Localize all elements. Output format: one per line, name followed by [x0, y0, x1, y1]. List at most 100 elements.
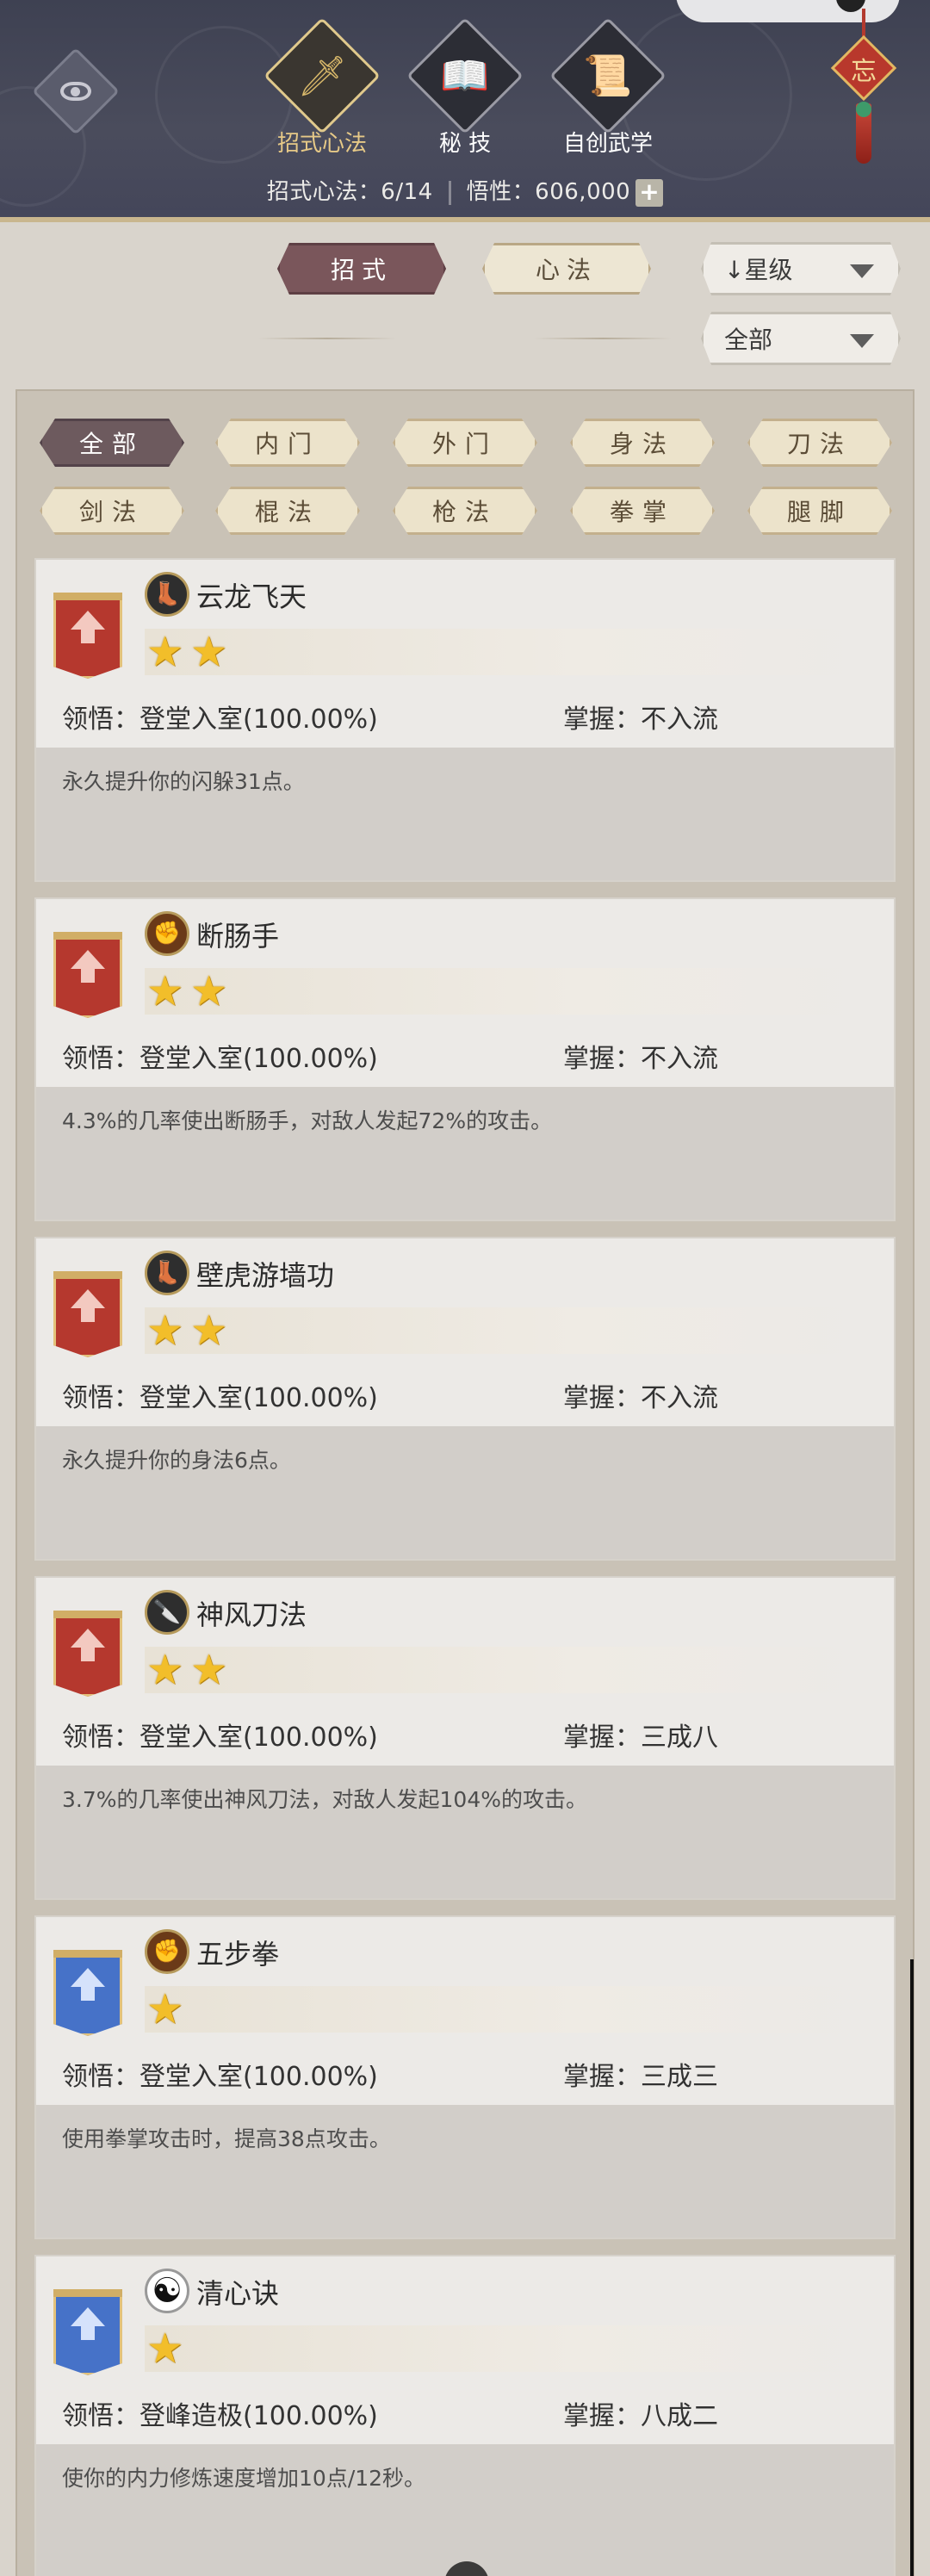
upgrade-banner-icon[interactable] [53, 932, 122, 1018]
scrollbar[interactable] [910, 1959, 914, 2576]
skill-description: 3.7%的几率使出神风刀法，对敌人发起104%的攻击。 [62, 1787, 587, 1812]
filter-label: 剑法 [78, 498, 145, 526]
book-icon: 📖 [440, 53, 490, 99]
sword-icon: 🗡 [296, 53, 348, 99]
mastery-text: 掌握：不入流 [563, 705, 718, 735]
tab-xinfa[interactable]: 心法 [482, 243, 651, 295]
star-rating-bar [145, 1647, 868, 1693]
chevron-down-icon [850, 264, 874, 278]
star-icon: ★ [190, 967, 228, 1015]
filter-quanzhang[interactable]: 拳掌 [570, 487, 715, 535]
filter-jianfa[interactable]: 剑法 [40, 487, 184, 535]
star-rating: ★ ★ [146, 1648, 227, 1691]
filter-daofa[interactable]: 刀法 [747, 419, 892, 467]
charm-pendant-icon[interactable]: 忘 [825, 9, 902, 164]
eye-icon [60, 82, 91, 101]
comprehension-text: 领悟：登堂入室(100.00%) [62, 705, 378, 735]
skill-card[interactable]: ☯ 清心诀 ★ 领悟：登峰造极(100.00%) 掌握：八成二 使你的内力修炼速… [34, 2255, 896, 2576]
skill-card[interactable]: 👢 壁虎游墙功 ★ ★ 领悟：登堂入室(100.00%) 掌握：不入流 永久提升你… [34, 1237, 896, 1561]
category-dropdown[interactable]: 全部 [701, 312, 901, 365]
boot-icon: 👢 [145, 1251, 189, 1295]
mastery-text: 掌握：八成二 [563, 2401, 718, 2431]
filter-shenfa[interactable]: 身法 [570, 419, 715, 467]
filter-waimen[interactable]: 外门 [393, 419, 537, 467]
filter-all[interactable]: 全部 [40, 419, 184, 467]
star-rating: ★ [146, 2327, 183, 2370]
skill-description: 永久提升你的身法6点。 [62, 1448, 291, 1473]
top-header: 🗡 招式心法 📖 秘 技 📜 自创武学 招式心法：6/14 悟性：606,000 +… [0, 0, 930, 222]
divider [448, 180, 451, 205]
star-icon: ★ [146, 1646, 184, 1694]
scroll-brush-icon: 📜 [583, 53, 633, 99]
upgrade-banner-icon[interactable] [53, 1611, 122, 1697]
filter-label: 棍法 [254, 498, 320, 526]
boot-icon: 👢 [145, 572, 189, 617]
filter-label: 枪法 [431, 498, 498, 526]
filter-label: 全部 [78, 430, 145, 458]
wuxing-text: 悟性：606,000 [466, 179, 631, 205]
filter-label: 身法 [609, 430, 675, 458]
filter-label: 拳掌 [609, 498, 675, 526]
star-rating-bar [145, 968, 868, 1015]
tab-zhaoshi-label: 招式 [330, 256, 393, 284]
chevron-down-icon [850, 334, 874, 348]
tab-zichuang-wuxue[interactable]: 📜 自创武学 [539, 17, 677, 158]
comprehension-text: 领悟：登峰造极(100.00%) [62, 2401, 378, 2431]
star-icon: ★ [146, 967, 184, 1015]
filter-label: 外门 [431, 430, 498, 458]
tab-zhaoshi[interactable]: 招式 [277, 243, 446, 295]
star-rating: ★ ★ [146, 630, 227, 673]
tab-xinfa-label: 心法 [535, 256, 598, 284]
skill-name: 断肠手 [196, 920, 280, 953]
skill-card[interactable]: 👢 云龙飞天 ★ ★ 领悟：登堂入室(100.00%) 掌握：不入流 永久提升你的… [34, 558, 896, 882]
header-stats: 招式心法：6/14 悟性：606,000 + [0, 174, 930, 207]
skill-name: 壁虎游墙功 [196, 1259, 335, 1292]
star-rating-bar [145, 1986, 868, 2033]
skill-description: 永久提升你的闪躲31点。 [62, 769, 305, 794]
sort-dropdown[interactable]: ↓星级 [701, 242, 901, 295]
skill-name: 清心诀 [196, 2277, 280, 2310]
skill-card[interactable]: ✊ 五步拳 ★ 领悟：登堂入室(100.00%) 掌握：三成三 使用拳掌攻击时，… [34, 1915, 896, 2239]
filter-gunfa[interactable]: 棍法 [215, 487, 360, 535]
filter-label: 腿脚 [786, 498, 852, 526]
comprehension-text: 领悟：登堂入室(100.00%) [62, 1723, 378, 1753]
divider-ornament [534, 338, 672, 339]
star-icon: ★ [190, 1646, 228, 1694]
tab-zhaoshi-xinfa[interactable]: 🗡 招式心法 [253, 17, 391, 158]
star-icon: ★ [146, 1307, 184, 1355]
mastery-text: 掌握：不入流 [563, 1383, 718, 1413]
skill-card[interactable]: 🔪 神风刀法 ★ ★ 领悟：登堂入室(100.00%) 掌握：三成八 3.7%的几… [34, 1576, 896, 1900]
star-rating-bar [145, 629, 868, 675]
skill-progress-text: 招式心法：6/14 [266, 179, 433, 205]
sort-dropdown-label: ↓星级 [724, 256, 793, 284]
upgrade-banner-icon[interactable] [53, 1950, 122, 2036]
add-wuxing-button[interactable]: + [636, 178, 664, 207]
mastery-text: 掌握：三成八 [563, 1723, 718, 1753]
upgrade-banner-icon[interactable] [53, 2289, 122, 2375]
upgrade-banner-icon[interactable] [53, 593, 122, 679]
star-icon: ★ [146, 2325, 184, 2373]
filter-qiangfa[interactable]: 枪法 [393, 487, 537, 535]
filter-neimen[interactable]: 内门 [215, 419, 360, 467]
star-rating-bar [145, 2325, 868, 2372]
arrow-up-icon [71, 1968, 105, 2001]
mastery-text: 掌握：不入流 [563, 1044, 718, 1074]
skill-description: 使用拳掌攻击时，提高38点攻击。 [62, 2126, 391, 2151]
divider-ornament [258, 338, 396, 339]
star-rating: ★ ★ [146, 1309, 227, 1352]
arrow-up-icon [71, 950, 105, 983]
comprehension-text: 领悟：登堂入室(100.00%) [62, 1044, 378, 1074]
skill-name: 云龙飞天 [196, 580, 307, 613]
skill-card[interactable]: ✊ 断肠手 ★ ★ 领悟：登堂入室(100.00%) 掌握：不入流 4.3%的几率… [34, 897, 896, 1221]
comprehension-text: 领悟：登堂入室(100.00%) [62, 2062, 378, 2092]
upgrade-banner-icon[interactable] [53, 1271, 122, 1357]
filter-label: 内门 [254, 430, 320, 458]
arrow-up-icon [71, 1629, 105, 1661]
tab-miji[interactable]: 📖 秘 技 [396, 17, 534, 158]
blade-icon: 🔪 [145, 1590, 189, 1635]
star-rating-bar [145, 1307, 868, 1354]
filter-tuijiao[interactable]: 腿脚 [747, 487, 892, 535]
star-rating: ★ ★ [146, 970, 227, 1013]
arrow-up-icon [71, 2307, 105, 2340]
charm-text: 忘 [851, 57, 877, 87]
